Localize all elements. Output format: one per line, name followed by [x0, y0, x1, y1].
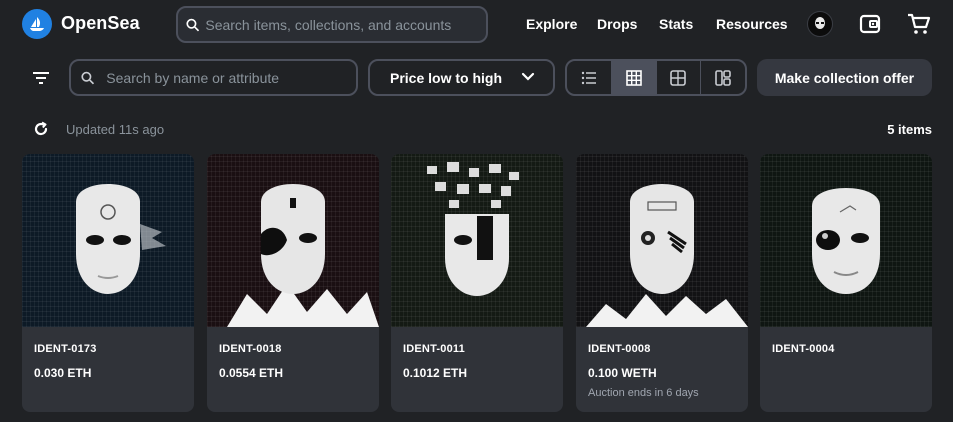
nft-card[interactable]: IDENT-0173 0.030 ETH: [22, 154, 194, 412]
nft-card[interactable]: IDENT-0011 0.1012 ETH: [391, 154, 563, 412]
nft-image: [576, 154, 748, 327]
list-view-button[interactable]: [567, 61, 612, 94]
list-icon: [581, 71, 596, 84]
wallet-icon[interactable]: [857, 11, 883, 37]
opensea-logo-icon[interactable]: [22, 9, 52, 39]
nft-price: 0.1012 ETH: [403, 366, 468, 380]
nft-price: 0.030 ETH: [34, 366, 92, 380]
item-filter-input[interactable]: [94, 69, 356, 86]
nav-resources[interactable]: Resources: [716, 16, 788, 32]
global-search[interactable]: [176, 6, 488, 43]
brand-name[interactable]: OpenSea: [61, 13, 140, 34]
large-grid-view-button[interactable]: [657, 61, 702, 94]
nft-title: IDENT-0173: [34, 343, 97, 355]
sort-selected-value: Price low to high: [390, 69, 503, 86]
mosaic-icon: [715, 69, 731, 86]
mosaic-view-button[interactable]: [701, 61, 745, 94]
refresh-icon[interactable]: [33, 121, 49, 137]
nft-image: [207, 154, 379, 327]
profile-avatar[interactable]: [807, 11, 833, 37]
cart-icon[interactable]: [906, 11, 932, 37]
global-search-input[interactable]: [199, 16, 486, 33]
grid-large-icon: [670, 69, 687, 86]
chevron-down-icon: [521, 72, 535, 81]
item-count: 5 items: [887, 122, 932, 137]
nft-card[interactable]: IDENT-0018 0.0554 ETH: [207, 154, 379, 412]
nft-image: [391, 154, 563, 327]
top-navigation: OpenSea Explore Drops Stats Resources: [0, 0, 953, 48]
nft-price: 0.100 WETH: [588, 366, 657, 380]
search-icon: [81, 71, 95, 84]
nft-image: [22, 154, 194, 327]
filter-toggle-icon[interactable]: [29, 66, 53, 90]
nft-card[interactable]: IDENT-0008 0.100 WETH Auction ends in 6 …: [576, 154, 748, 412]
view-mode-toggle: [565, 59, 747, 96]
nft-title: IDENT-0004: [772, 343, 835, 355]
sort-select[interactable]: Price low to high: [368, 59, 555, 96]
make-collection-offer-button[interactable]: Make collection offer: [757, 59, 932, 96]
updated-timestamp: Updated 11s ago: [66, 122, 165, 137]
nft-price: 0.0554 ETH: [219, 366, 284, 380]
small-grid-view-button[interactable]: [611, 61, 657, 94]
nav-stats[interactable]: Stats: [659, 16, 693, 32]
nft-card[interactable]: IDENT-0004: [760, 154, 932, 412]
nft-title: IDENT-0011: [403, 343, 465, 355]
nav-explore[interactable]: Explore: [526, 16, 577, 32]
nav-drops[interactable]: Drops: [597, 16, 637, 32]
grid-small-icon: [625, 69, 642, 86]
nft-image: [760, 154, 932, 327]
item-filter-search[interactable]: [69, 59, 358, 96]
search-icon: [186, 18, 200, 31]
nft-title: IDENT-0008: [588, 343, 651, 355]
nft-title: IDENT-0018: [219, 343, 282, 355]
auction-status: Auction ends in 6 days: [588, 387, 699, 399]
